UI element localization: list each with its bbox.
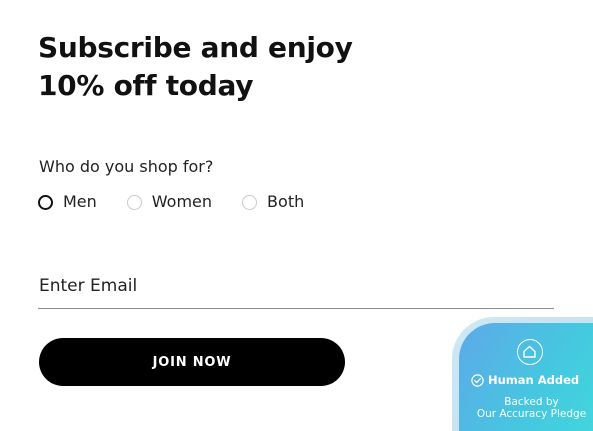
headline-line-2: 10% off today (38, 69, 254, 102)
subscribe-form: Subscribe and enjoy 10% off today Who do… (0, 0, 593, 431)
check-circle-icon (471, 373, 484, 387)
radio-label-both: Both (267, 192, 305, 211)
radio-option-men[interactable]: Men (38, 192, 97, 212)
email-field[interactable] (38, 268, 554, 304)
radio-label-women: Women (151, 192, 213, 211)
subscribe-headline: Subscribe and enjoy 10% off today (38, 29, 398, 105)
badge-subtitle: Backed by Our Accuracy Pledge (459, 396, 593, 420)
radio-both[interactable] (242, 194, 258, 210)
radio-label-men: Men (63, 192, 97, 211)
radio-option-women[interactable]: Women (126, 192, 213, 212)
accuracy-pledge-badge[interactable]: Human Added Backed by Our Accuracy Pledg… (452, 317, 593, 431)
join-now-button[interactable]: JOIN NOW (39, 338, 345, 386)
badge-title: Human Added (488, 373, 580, 387)
headline-line-1: Subscribe and enjoy (38, 31, 353, 64)
shop-for-question: Who do you shop for? (39, 157, 214, 176)
badge-panel: Human Added Backed by Our Accuracy Pledg… (459, 323, 593, 431)
badge-title-row: Human Added (471, 373, 579, 387)
radio-option-both[interactable]: Both (242, 192, 304, 212)
email-field-wrapper (38, 268, 554, 309)
badge-subtitle-line-1: Backed by (504, 396, 559, 408)
house-icon (517, 339, 543, 365)
radio-men[interactable] (38, 194, 53, 210)
shop-for-radio-group: Men Women Both (38, 190, 334, 214)
badge-subtitle-line-2: Our Accuracy Pledge (476, 408, 587, 420)
radio-women[interactable] (126, 194, 142, 210)
